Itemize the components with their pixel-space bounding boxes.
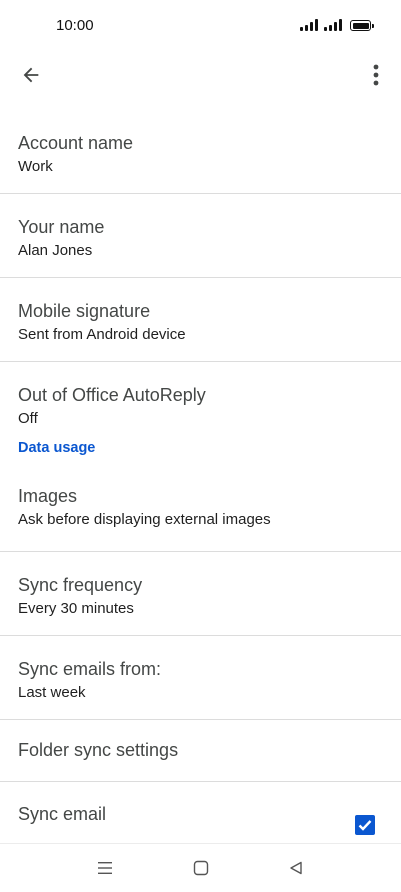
battery-icon [350,20,374,31]
check-icon [358,820,372,831]
home-icon [193,860,209,876]
settings-list: Account name Work Your name Alan Jones M… [0,110,401,842]
setting-mobile-signature[interactable]: Mobile signature Sent from Android devic… [0,278,401,362]
setting-title: Account name [18,133,134,153]
setting-your-name[interactable]: Your name Alan Jones [0,194,401,278]
back-button[interactable] [14,58,48,92]
setting-title: Your name [18,217,105,237]
section-header-data-usage: Data usage [0,436,401,468]
setting-sync-frequency[interactable]: Sync frequency Every 30 minutes [0,552,401,636]
setting-sync-emails-from[interactable]: Sync emails from: Last week [0,636,401,720]
more-options-button[interactable] [361,58,391,92]
back-triangle-icon [290,861,302,875]
setting-sync-email[interactable]: Sync email [0,782,401,842]
nav-recents-button[interactable] [91,854,119,882]
status-time: 10:00 [56,17,94,34]
more-vert-icon [373,64,379,86]
setting-summary: Every 30 minutes [18,600,134,617]
setting-summary: Last week [18,684,86,701]
setting-summary: Sent from Android device [18,326,186,343]
setting-title: Sync frequency [18,575,143,595]
nav-back-button[interactable] [282,854,310,882]
sync-email-checkbox[interactable] [355,815,375,835]
setting-summary: Alan Jones [18,242,93,259]
setting-title: Sync emails from: [18,659,162,679]
status-icons [300,19,374,31]
nav-home-button[interactable] [187,854,215,882]
setting-title: Mobile signature [18,301,151,321]
setting-title: Out of Office AutoReply [18,385,206,405]
setting-title: Sync email [18,804,107,824]
arrow-back-icon [23,67,39,83]
section-header-label: Data usage [18,440,96,456]
setting-title: Images [18,486,78,506]
setting-summary: Off [18,410,38,427]
setting-account-name[interactable]: Account name Work [0,110,401,194]
system-nav-bar [0,843,401,892]
menu-icon [98,862,112,874]
setting-out-of-office[interactable]: Out of Office AutoReply Off [0,362,401,436]
signal-icon [300,19,318,31]
setting-title: Folder sync settings [18,740,179,760]
setting-summary: Work [18,158,53,175]
setting-folder-sync[interactable]: Folder sync settings [0,720,401,782]
app-bar [0,52,401,98]
setting-summary: Ask before displaying external images [18,511,271,528]
setting-images[interactable]: Images Ask before displaying external im… [0,468,401,552]
status-bar: 10:00 [0,0,401,52]
signal-icon [324,19,342,31]
